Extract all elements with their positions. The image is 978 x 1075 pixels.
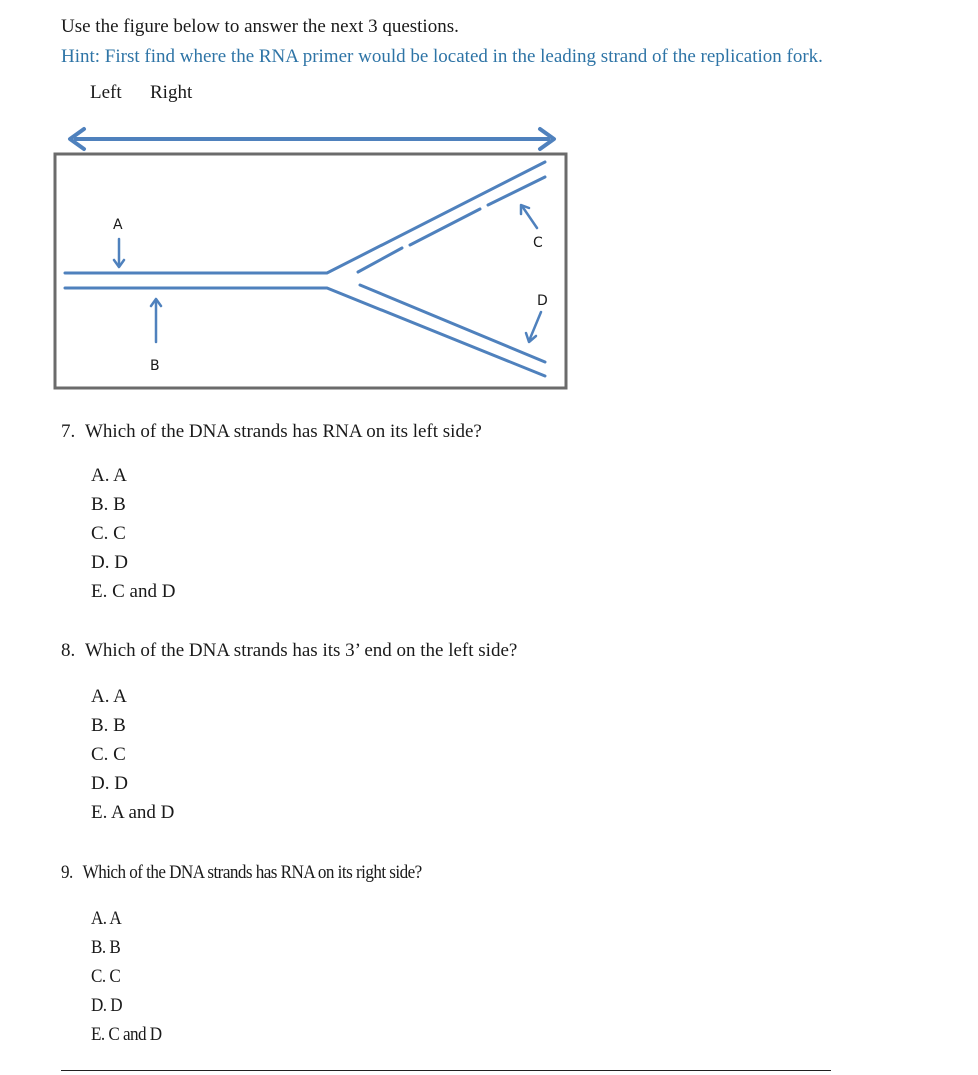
answer-option[interactable]: B. B [91,715,126,737]
question-text: Which of the DNA strands has RNA on its … [82,862,423,883]
answer-option[interactable]: E. C and D [91,581,175,603]
strand-label-b: B [150,358,160,374]
answer-option[interactable]: D. D [91,773,128,795]
answer-option[interactable]: E. C and D [91,1024,162,1046]
answer-option[interactable]: C. C [91,966,121,988]
answer-option[interactable]: C. C [91,523,126,545]
answer-option[interactable]: B. B [91,494,126,516]
answer-option[interactable]: D. D [91,552,128,574]
answer-option[interactable]: B. B [91,937,121,959]
question-number: 9. [61,862,73,883]
answer-option[interactable]: E. A and D [91,802,174,824]
question-number: 8. [61,640,76,661]
instructions-text: Use the figure below to answer the next … [61,16,459,37]
double-headed-arrow [68,127,556,151]
hint-text: Hint: First find where the RNA primer wo… [61,46,823,67]
answer-option[interactable]: A. A [91,908,122,930]
replication-fork-figure: A B C D [53,127,568,390]
question-text: Which of the DNA strands has RNA on its … [85,421,482,442]
bottom-divider [61,1070,831,1071]
answer-option[interactable]: C. C [91,744,126,766]
strand-label-d: D [537,293,548,309]
question-text: Which of the DNA strands has its 3’ end … [85,640,518,661]
direction-label-left: Left [90,82,122,103]
answer-option[interactable]: A. A [91,465,127,487]
strand-label-a: A [113,217,123,233]
direction-label-right: Right [150,82,193,103]
question-number: 7. [61,421,76,442]
answer-option[interactable]: D. D [91,995,123,1017]
strand-label-c: C [533,235,543,251]
answer-option[interactable]: A. A [91,686,127,708]
